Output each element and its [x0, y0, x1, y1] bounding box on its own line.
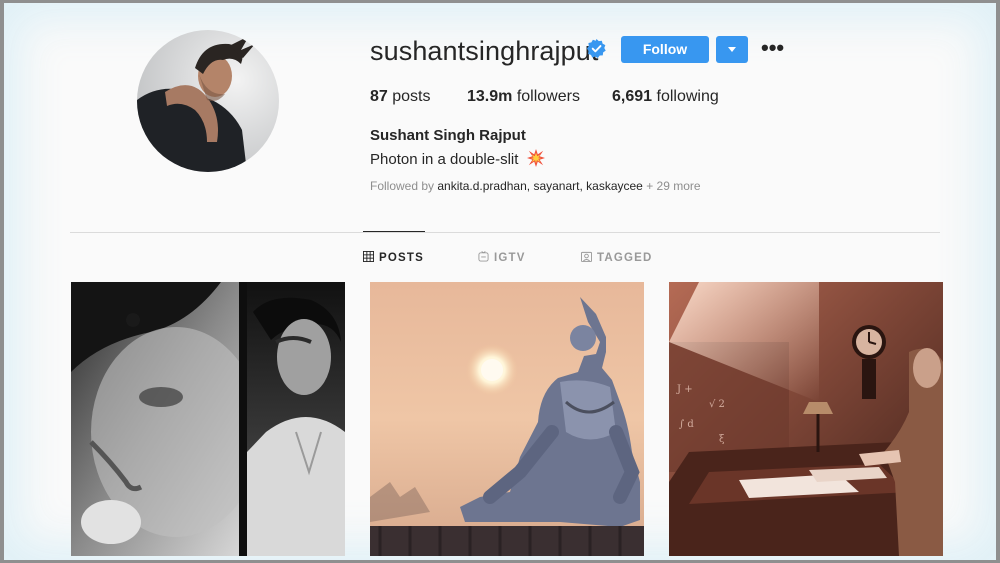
followed-by-prefix: Followed by [370, 179, 435, 193]
post-image-statue [370, 282, 644, 556]
tab-tagged-label: TAGGED [597, 252, 653, 264]
follow-button[interactable]: Follow [621, 36, 709, 63]
more-options-icon[interactable]: ••• [761, 37, 784, 59]
tagged-icon [581, 251, 592, 262]
caret-down-icon [728, 47, 736, 52]
suggested-dropdown-button[interactable] [716, 36, 748, 63]
followed-by-users[interactable]: ankita.d.pradhan, sayanart, kaskaycee [437, 179, 642, 193]
post-thumbnail[interactable] [370, 282, 644, 556]
collision-emoji-icon [526, 149, 545, 167]
posts-count: 87 [370, 88, 388, 105]
tab-igtv[interactable]: IGTV [478, 251, 526, 264]
followers-stat[interactable]: 13.9m followers [467, 88, 580, 106]
avatar-photo [137, 36, 255, 172]
post-image-portraits [71, 282, 345, 556]
svg-text:J +: J + [676, 384, 693, 395]
posts-label: posts [392, 88, 431, 105]
tabs-divider [70, 232, 940, 233]
profile-full-name: Sushant Singh Rajput [370, 127, 526, 144]
grid-icon [363, 251, 374, 262]
post-image-desk: J + √ 2 ∫ d ξ [669, 282, 943, 556]
svg-text:∫ d: ∫ d [679, 419, 694, 430]
followed-by-line[interactable]: Followed by ankita.d.pradhan, sayanart, … [370, 179, 701, 193]
profile-bio: Photon in a double-slit [370, 149, 545, 168]
following-label: following [656, 88, 719, 105]
profile-username: sushantsinghrajput [370, 36, 599, 66]
profile-page: sushantsinghrajput Follow ••• 87 posts 1… [4, 3, 996, 560]
active-tab-indicator [363, 231, 425, 232]
posts-stat: 87 posts [370, 88, 431, 106]
followed-by-more[interactable]: + 29 more [646, 179, 700, 193]
following-stat[interactable]: 6,691 following [612, 88, 719, 106]
followers-label: followers [516, 88, 580, 105]
post-thumbnail[interactable]: J + √ 2 ∫ d ξ [669, 282, 943, 556]
profile-avatar[interactable] [137, 30, 279, 172]
verified-badge-icon [587, 39, 606, 58]
tab-tagged[interactable]: TAGGED [581, 251, 653, 264]
following-count: 6,691 [612, 88, 653, 105]
post-thumbnail[interactable] [71, 282, 345, 556]
bio-text: Photon in a double-slit [370, 151, 519, 168]
svg-text:ξ: ξ [719, 434, 725, 445]
svg-text:√ 2: √ 2 [709, 399, 725, 410]
followers-count: 13.9m [467, 88, 513, 105]
tab-posts[interactable]: POSTS [363, 251, 424, 264]
tab-posts-label: POSTS [379, 252, 424, 264]
igtv-icon [478, 251, 489, 262]
tab-igtv-label: IGTV [494, 252, 526, 264]
